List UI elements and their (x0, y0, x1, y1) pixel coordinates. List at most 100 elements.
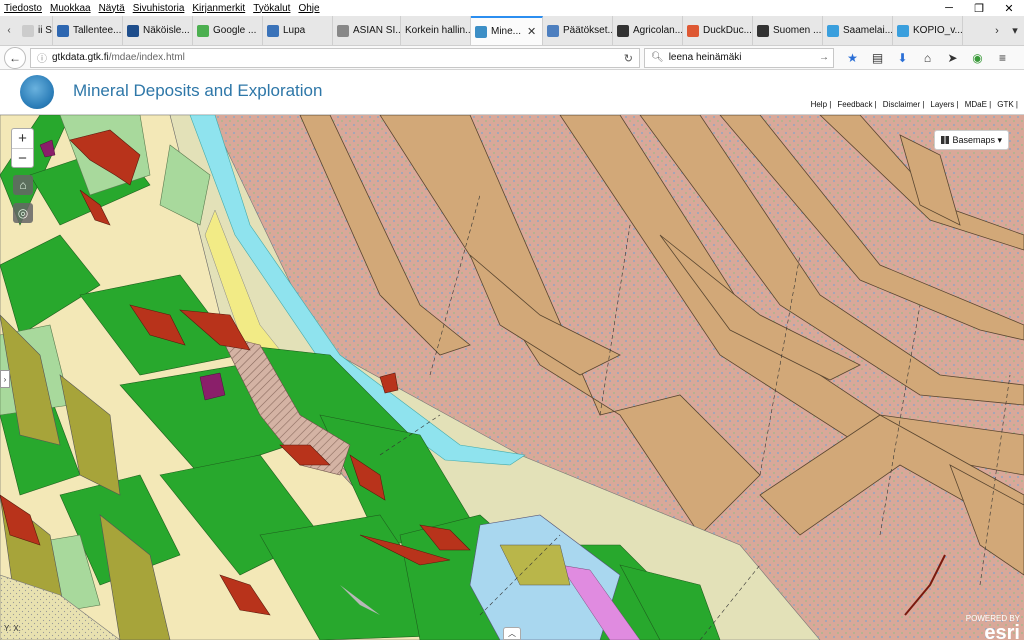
send-icon[interactable]: ➤ (940, 51, 965, 65)
reload-icon[interactable]: ↻ (624, 52, 633, 65)
tab-scroll-left-icon[interactable]: ‹ (0, 16, 18, 45)
zoom-out-button[interactable]: − (12, 148, 33, 167)
tab-label: Näköisle... (143, 25, 190, 36)
geology-map[interactable]: + − ⌂ ◎ Basemaps ▾ › Y: X: ︿ POWERED BY … (0, 115, 1024, 640)
chevron-up-icon: ︿ (508, 629, 516, 638)
tab-favicon (827, 24, 839, 37)
tab-list-icon[interactable]: ▾ (1006, 24, 1024, 37)
search-icon: 🔍︎ (651, 52, 664, 63)
tab[interactable]: Korkein hallin... (401, 16, 471, 45)
home-icon: ⌂ (19, 178, 27, 192)
tab-favicon (267, 24, 279, 37)
addon-icon[interactable]: ◉ (965, 51, 990, 65)
menu-bookmarks[interactable]: Kirjanmerkit (192, 3, 245, 14)
tab-label: Päätökset... (563, 25, 613, 36)
info-icon[interactable]: ⓘ (37, 50, 47, 65)
tab-favicon (617, 24, 629, 37)
navigation-bar: ← ⓘ gtkdata.gtk.fi/mdae/index.html ↻ 🔍︎ … (0, 46, 1024, 70)
tab-favicon (57, 24, 69, 37)
minimize-icon[interactable]: ─ (934, 0, 964, 16)
back-button[interactable]: ← (4, 46, 26, 69)
menu-bar: Tiedosto Muokkaa Näytä Sivuhistoria Kirj… (0, 0, 1024, 16)
downloads-icon[interactable]: ⬇ (890, 51, 915, 65)
locate-button[interactable]: ◎ (13, 203, 33, 223)
chevron-right-icon: › (3, 374, 7, 384)
zoom-control: + − (11, 128, 34, 168)
tab-favicon (22, 24, 34, 37)
tab-favicon (547, 24, 559, 37)
tab[interactable]: Saamelai... (823, 16, 893, 45)
close-window-icon[interactable]: ✕ (994, 0, 1024, 16)
url-path: /mdae/index.html (108, 52, 185, 63)
gtk-link[interactable]: GTK | (997, 100, 1018, 109)
url-bar[interactable]: ⓘ gtkdata.gtk.fi/mdae/index.html ↻ (30, 47, 640, 68)
disclaimer-link[interactable]: Disclaimer | (883, 100, 925, 109)
tab-scroll-right-icon[interactable]: › (988, 25, 1006, 37)
back-arrow-icon: ← (9, 50, 21, 65)
coordinates-readout: Y: X: (4, 624, 21, 633)
home-icon[interactable]: ⌂ (915, 51, 940, 65)
app-title: Mineral Deposits and Exploration (73, 81, 323, 100)
feedback-link[interactable]: Feedback | (837, 100, 876, 109)
tab[interactable]: Päätökset... (543, 16, 613, 45)
tab[interactable]: DuckDuc... (683, 16, 753, 45)
tab-label: Saamelai... (843, 25, 893, 36)
tab-label: Tallentee... (73, 25, 122, 36)
toolbar-icons: ★ ▤ ⬇ ⌂ ➤ ◉ ≡ (840, 51, 1015, 65)
menu-history[interactable]: Sivuhistoria (133, 3, 185, 14)
layers-link[interactable]: Layers | (930, 100, 958, 109)
tab-label: Mine... (491, 26, 522, 37)
map-canvas[interactable] (0, 115, 1024, 640)
tab-label: KOPIO_v... (913, 25, 963, 36)
menu-file[interactable]: Tiedosto (4, 3, 42, 14)
tab-favicon (337, 24, 349, 37)
grid-icon (941, 136, 950, 144)
tab-active[interactable]: Mine... ✕ (471, 16, 543, 45)
menu-edit[interactable]: Muokkaa (50, 3, 91, 14)
close-tab-icon[interactable]: ✕ (527, 25, 536, 38)
tab-favicon (897, 24, 909, 37)
menu-help[interactable]: Ohje (298, 3, 319, 14)
mdae-link[interactable]: MDaE | (965, 100, 992, 109)
tab-label: DuckDuc... (703, 25, 752, 36)
expand-panel-button[interactable]: ︿ (503, 627, 521, 640)
tab[interactable]: KOPIO_v... (893, 16, 963, 45)
tab-label: ASIAN SI... (353, 25, 401, 36)
menu-hamburger-icon[interactable]: ≡ (990, 51, 1015, 65)
tab[interactable]: Tallentee... (53, 16, 123, 45)
tab-favicon (687, 24, 699, 37)
menu-tools[interactable]: Työkalut (253, 3, 290, 14)
restore-icon[interactable]: ❐ (964, 0, 994, 16)
app-header: Mineral Deposits and Exploration Help | … (0, 71, 1024, 115)
search-input[interactable]: 🔍︎ leena heinämäki → (644, 47, 834, 68)
tab-label: ii S... (38, 25, 52, 36)
tab-label: Suomen ... (773, 25, 822, 36)
esri-logo: esri (984, 622, 1020, 640)
tab[interactable]: Agricolan... (613, 16, 683, 45)
tab-strip: ‹ ii S... Tallentee... Näköisle... Googl… (0, 16, 1024, 46)
tab[interactable]: Lupa (263, 16, 333, 45)
tab[interactable]: ASIAN SI... (333, 16, 401, 45)
home-extent-button[interactable]: ⌂ (13, 175, 33, 195)
gtk-logo (20, 75, 54, 109)
tab[interactable]: ii S... (18, 16, 53, 45)
tab[interactable]: Google ... (193, 16, 263, 45)
basemaps-button[interactable]: Basemaps ▾ (934, 130, 1009, 150)
esri-attribution: POWERED BY esri (966, 614, 1020, 640)
sidebar-toggle[interactable]: › (0, 370, 10, 388)
tab[interactable]: Suomen ... (753, 16, 823, 45)
tab-favicon (127, 24, 139, 37)
tab-label: Google ... (213, 25, 257, 36)
menu-view[interactable]: Näytä (99, 3, 125, 14)
tab-label: Korkein hallin... (405, 25, 471, 36)
reading-list-icon[interactable]: ▤ (865, 51, 890, 65)
search-go-icon[interactable]: → (819, 52, 829, 63)
help-link[interactable]: Help | (811, 100, 832, 109)
top-links: Help | Feedback | Disclaimer | Layers | … (805, 100, 1018, 109)
bookmark-star-icon[interactable]: ★ (840, 51, 865, 65)
tab-favicon (757, 24, 769, 37)
basemaps-label: Basemaps ▾ (952, 134, 1002, 145)
tab[interactable]: Näköisle... (123, 16, 193, 45)
search-value: leena heinämäki (668, 52, 742, 63)
zoom-in-button[interactable]: + (12, 129, 33, 148)
